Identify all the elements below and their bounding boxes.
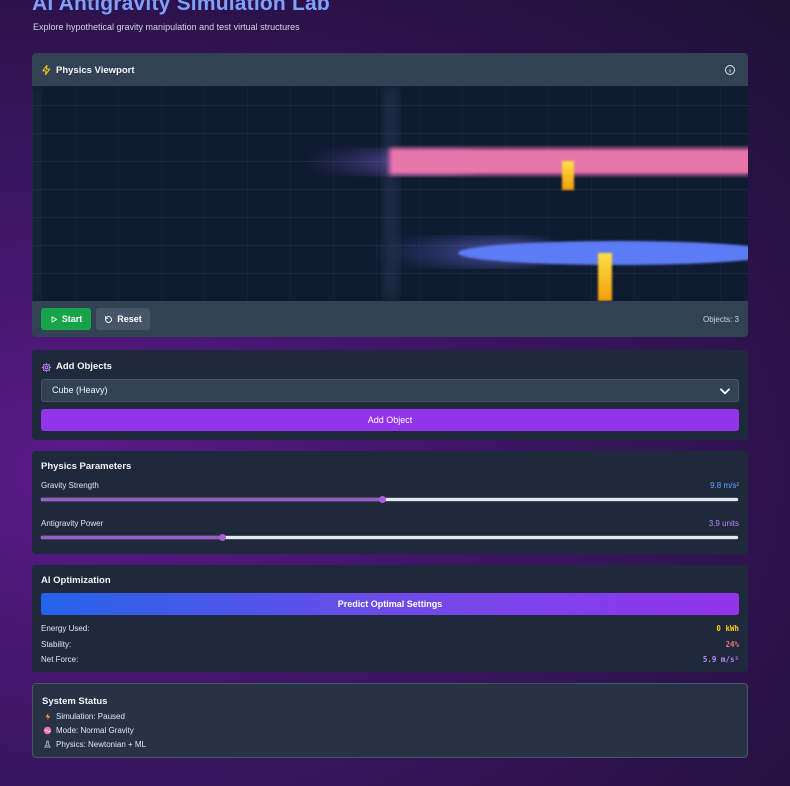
status-simulation: Simulation: Paused bbox=[43, 712, 125, 721]
system-status-card: System Status Simulation: Paused Mode: N… bbox=[32, 683, 748, 758]
stability-value: 24% bbox=[725, 640, 739, 649]
gravity-strength-value: 9.8 m/s² bbox=[710, 481, 739, 490]
status-mode: Mode: Normal Gravity bbox=[43, 726, 134, 735]
yellow-beam-2 bbox=[598, 253, 612, 301]
antigravity-power-slider[interactable] bbox=[41, 533, 738, 541]
status-physics-text: Physics: Newtonian + ML bbox=[56, 740, 147, 749]
status-simulation-text: Simulation: Paused bbox=[56, 712, 125, 721]
play-icon bbox=[51, 315, 57, 323]
wave-icon bbox=[43, 726, 52, 735]
gravity-slider-fill bbox=[41, 498, 383, 501]
viewport-controls: Start Reset Objects: 3 bbox=[32, 301, 748, 337]
gravity-slider-thumb[interactable] bbox=[379, 495, 387, 503]
status-mode-text: Mode: Normal Gravity bbox=[56, 726, 134, 735]
add-objects-title: Add Objects bbox=[56, 361, 112, 372]
antigravity-slider-thumb[interactable] bbox=[218, 533, 226, 541]
viewport-title: Physics Viewport bbox=[56, 65, 135, 76]
energy-used-value: 0 kWh bbox=[716, 624, 739, 633]
net-force-value: 5.9 m/s² bbox=[702, 655, 739, 664]
antigravity-power-label: Antigravity Power bbox=[41, 519, 104, 528]
physics-viewport-card: Physics Viewport Start Reset Objects: 3 bbox=[32, 53, 748, 337]
add-object-button[interactable]: Add Object bbox=[41, 409, 739, 431]
system-status-title: System Status bbox=[42, 696, 108, 707]
bolt-icon bbox=[41, 63, 52, 81]
reset-button[interactable]: Reset bbox=[96, 308, 150, 330]
reset-button-label: Reset bbox=[117, 314, 142, 324]
add-objects-card: Add Objects Cube (Heavy) Add Object bbox=[32, 350, 748, 440]
predict-optimal-settings-button[interactable]: Predict Optimal Settings bbox=[41, 593, 739, 615]
simulation-canvas[interactable] bbox=[33, 86, 748, 301]
antigravity-power-value: 3.9 units bbox=[708, 519, 739, 528]
info-icon[interactable] bbox=[724, 63, 736, 81]
start-button[interactable]: Start bbox=[41, 308, 91, 330]
antigravity-slider-fill bbox=[41, 536, 223, 539]
gear-icon bbox=[41, 360, 52, 378]
reset-icon bbox=[105, 315, 113, 323]
ai-optimization-card: AI Optimization Predict Optimal Settings… bbox=[32, 565, 748, 672]
stability-label: Stability: bbox=[41, 640, 72, 649]
net-force-label: Net Force: bbox=[41, 655, 79, 664]
viewport-header: Physics Viewport bbox=[32, 53, 748, 86]
chevron-down-icon bbox=[718, 384, 732, 406]
status-physics: Physics: Newtonian + ML bbox=[43, 740, 146, 749]
gravity-strength-label: Gravity Strength bbox=[41, 481, 99, 490]
physics-parameters-card: Physics Parameters Gravity Strength 9.8 … bbox=[32, 451, 748, 554]
page-title: AI Antigravity Simulation Lab bbox=[32, 0, 330, 15]
energy-used-label: Energy Used: bbox=[41, 624, 90, 633]
left-glow-band bbox=[33, 86, 41, 301]
vertical-glow-band bbox=[383, 86, 399, 301]
page-subtitle: Explore hypothetical gravity manipulatio… bbox=[33, 22, 300, 32]
object-type-value: Cube (Heavy) bbox=[52, 385, 108, 395]
objects-count: Objects: 3 bbox=[702, 315, 739, 324]
flask-icon bbox=[43, 740, 52, 749]
ai-optimization-title: AI Optimization bbox=[41, 575, 111, 586]
object-type-select[interactable]: Cube (Heavy) bbox=[41, 379, 739, 402]
start-button-label: Start bbox=[61, 314, 83, 324]
physics-parameters-title: Physics Parameters bbox=[41, 461, 132, 472]
lightning-icon bbox=[43, 712, 52, 721]
gravity-strength-slider[interactable] bbox=[41, 495, 738, 503]
yellow-beam-1 bbox=[562, 161, 574, 190]
